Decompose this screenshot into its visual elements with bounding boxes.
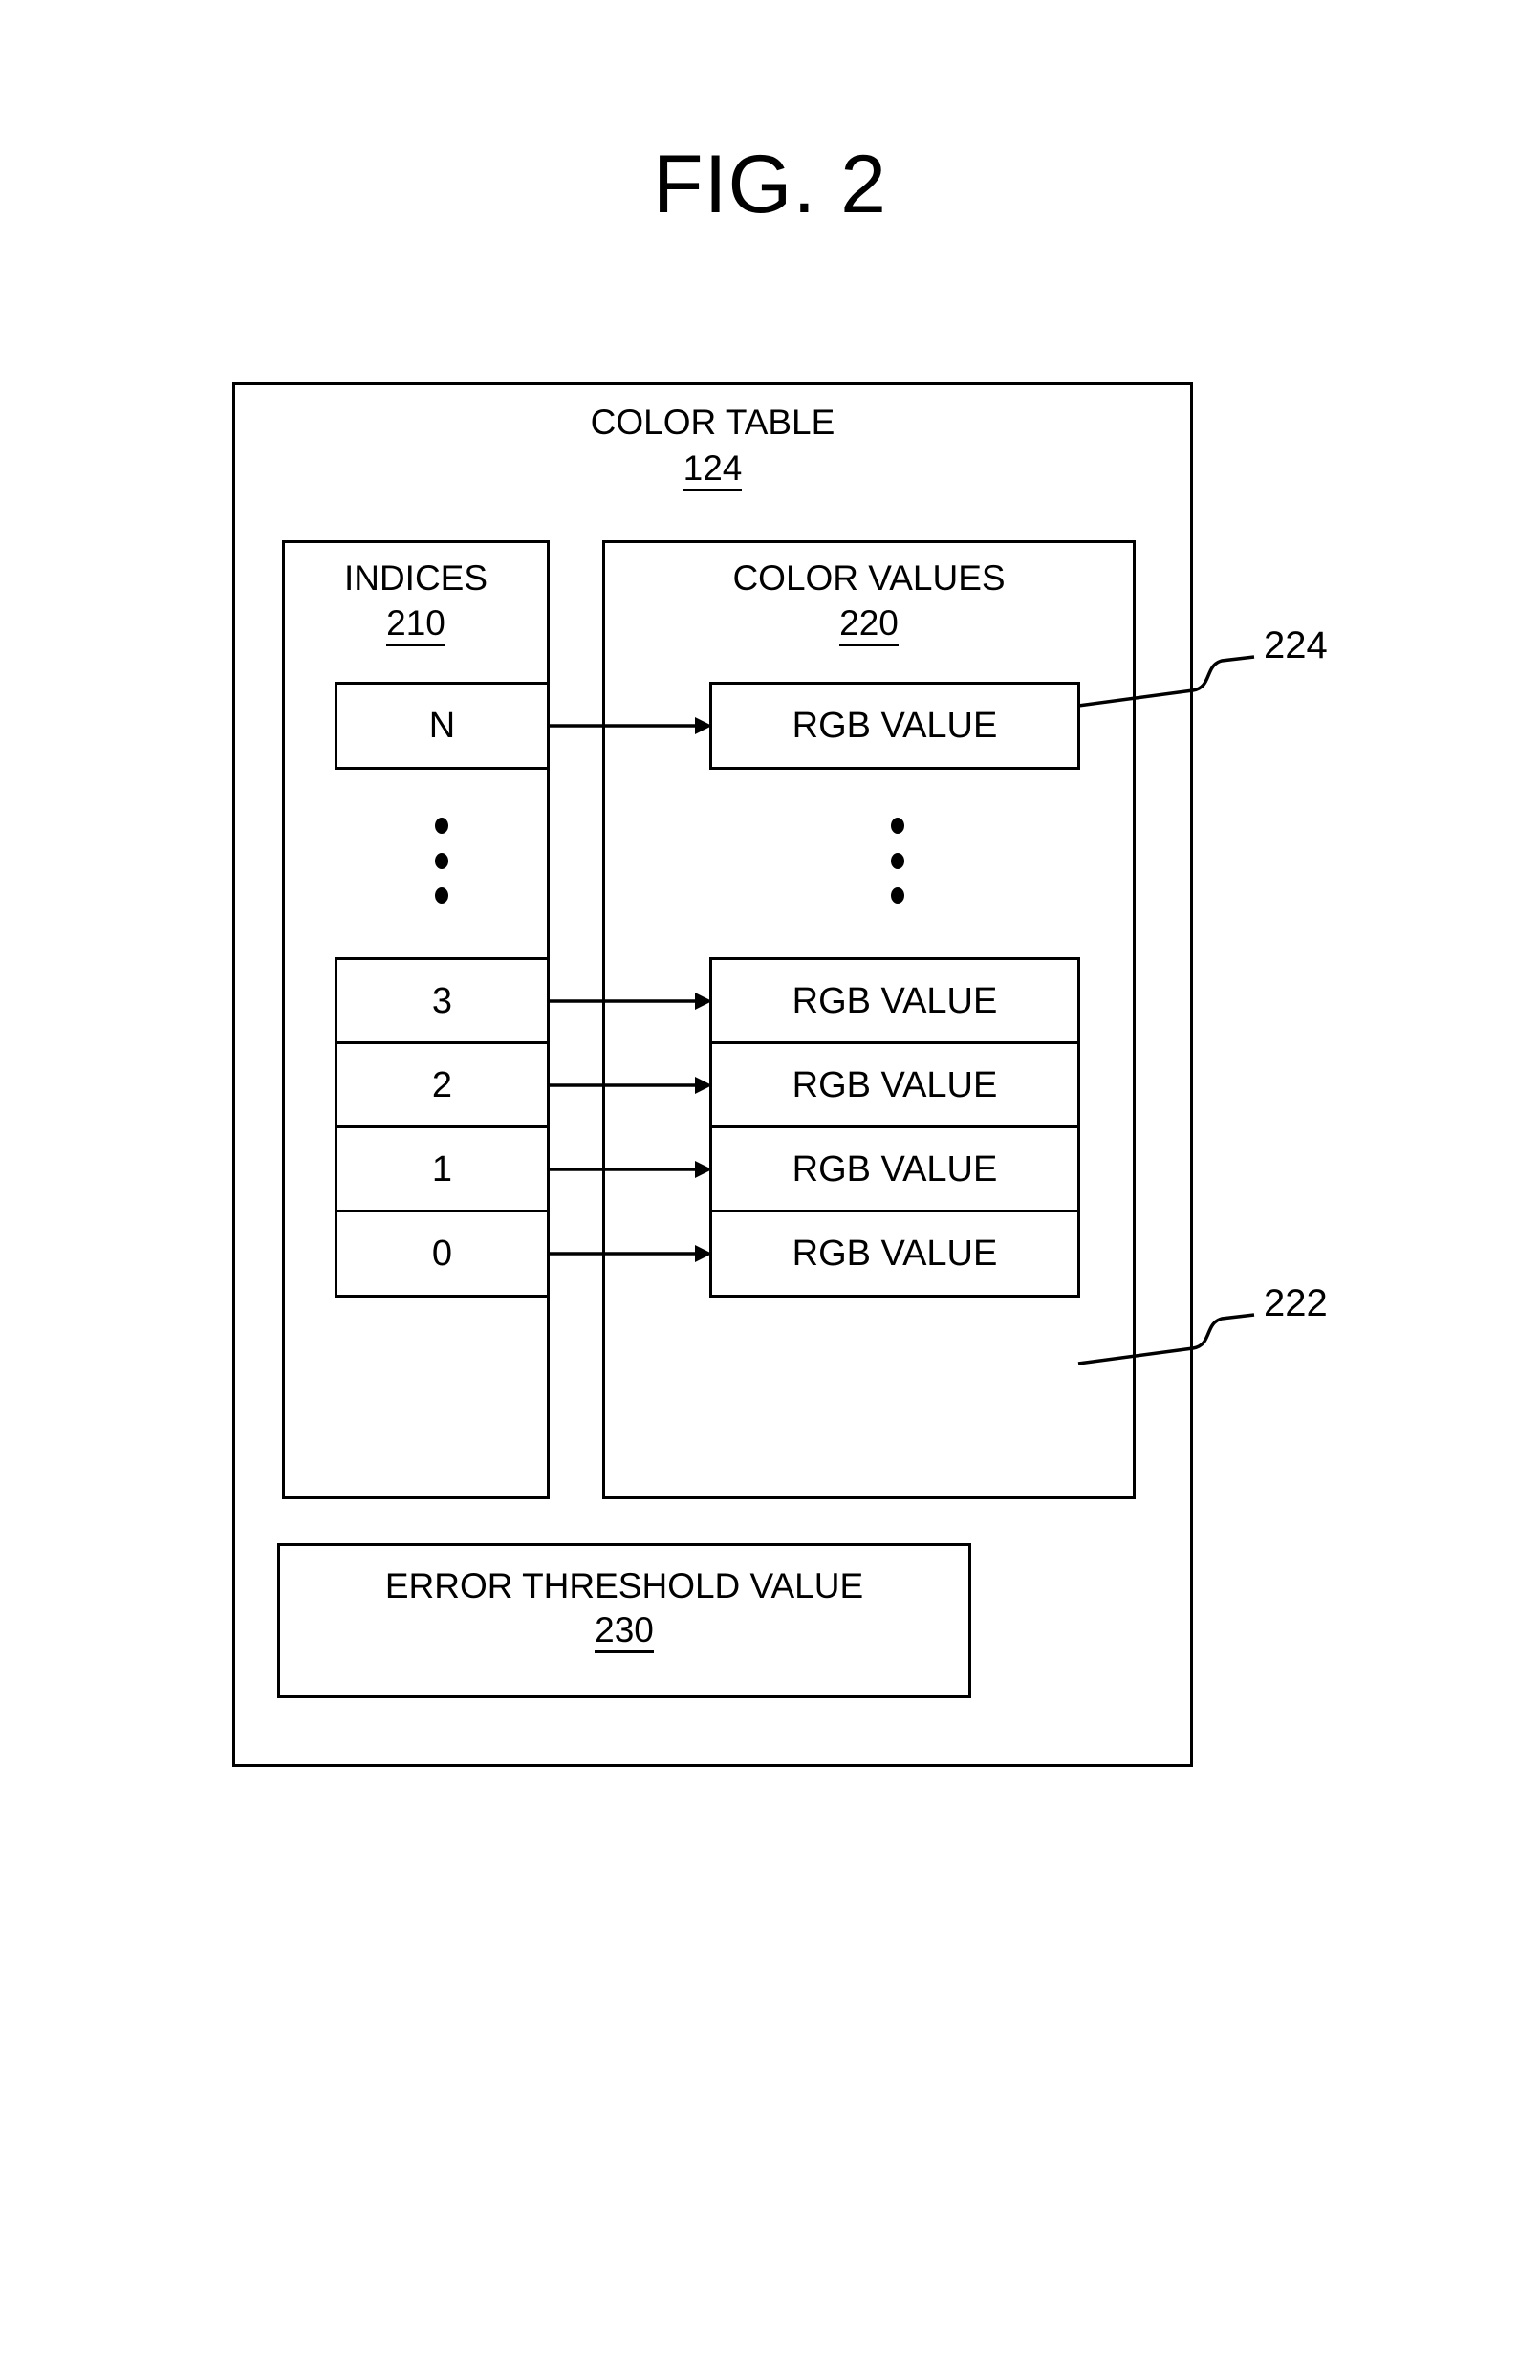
callout-number-222: 222 <box>1264 1282 1328 1324</box>
mapping-arrow-1 <box>550 1161 710 1178</box>
index-cell-n: N <box>335 682 550 770</box>
figure-title: FIG. 2 <box>653 139 887 230</box>
indices-ref-value: 210 <box>386 603 445 646</box>
ellipsis-dot <box>435 852 448 869</box>
rgb-value-cell-0: RGB VALUE <box>709 1210 1080 1298</box>
error-threshold-ref-number: 230 <box>277 1609 971 1653</box>
indices-label: INDICES <box>343 558 488 598</box>
index-cell-1: 1 <box>335 1125 550 1213</box>
ellipsis-dot <box>891 852 904 869</box>
rgb-value-cell-3: RGB VALUE <box>709 957 1080 1045</box>
error-threshold-value-label: ERROR THRESHOLD VALUE <box>384 1566 864 1605</box>
callout-leader-222 <box>1077 1313 1255 1365</box>
color-values-ref-value: 220 <box>839 603 899 646</box>
mapping-arrow-3 <box>550 993 710 1010</box>
callout-leader-224 <box>1077 655 1255 708</box>
rgb-value-cell-1: RGB VALUE <box>709 1125 1080 1213</box>
indices-ref-number: 210 <box>282 602 550 646</box>
color-values-label: COLOR VALUES <box>732 558 1006 598</box>
ellipsis-dot <box>891 818 904 834</box>
ellipsis-dot <box>435 818 448 834</box>
callout-number-224: 224 <box>1264 624 1328 666</box>
index-cell-0: 0 <box>335 1210 550 1298</box>
color-values-ellipsis <box>887 818 908 904</box>
rgb-value-cell-2: RGB VALUE <box>709 1041 1080 1129</box>
mapping-arrow-2 <box>550 1077 710 1094</box>
color-table-ref-number: 124 <box>232 448 1193 491</box>
color-table-label: COLOR TABLE <box>590 403 835 442</box>
ellipsis-dot <box>891 887 904 904</box>
color-table-ref-value: 124 <box>683 448 743 491</box>
mapping-arrow-n <box>550 717 710 734</box>
error-threshold-ref-value: 230 <box>595 1610 654 1653</box>
ellipsis-dot <box>435 887 448 904</box>
indices-ellipsis <box>431 818 452 904</box>
index-cell-3: 3 <box>335 957 550 1045</box>
mapping-arrow-0 <box>550 1245 710 1262</box>
color-values-ref-number: 220 <box>602 602 1136 646</box>
patent-figure: FIG. 2 COLOR TABLE 124 INDICES 210 COLOR… <box>0 0 1540 2380</box>
rgb-value-cell-n: RGB VALUE <box>709 682 1080 770</box>
index-cell-2: 2 <box>335 1041 550 1129</box>
